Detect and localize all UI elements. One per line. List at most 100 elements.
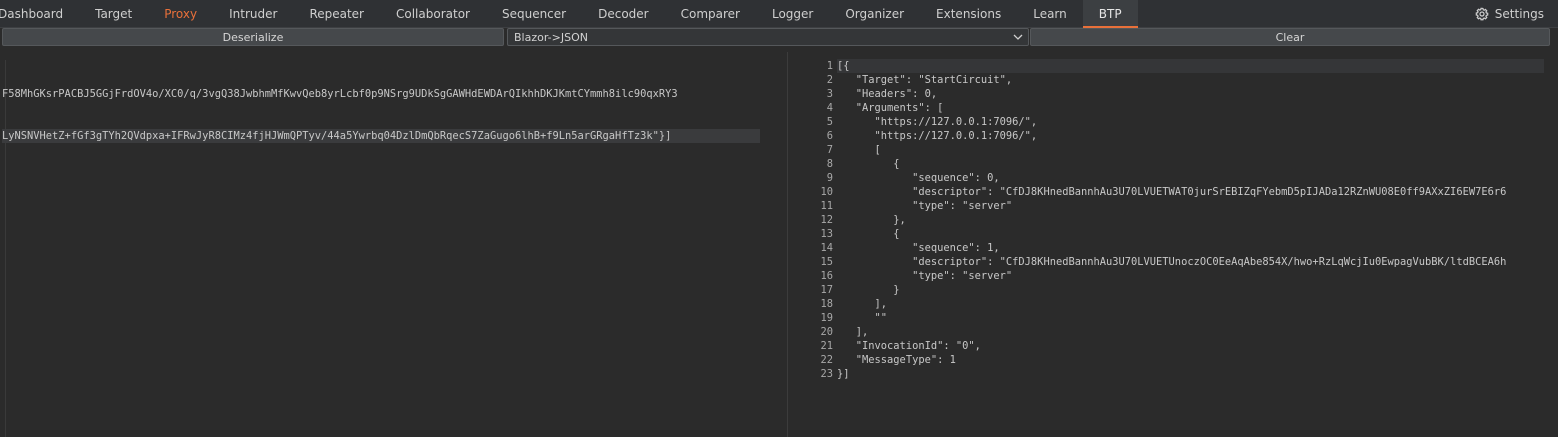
line-number: 15 [820, 256, 833, 268]
code-line: 20 ], [820, 325, 1558, 339]
line-text: { [837, 228, 900, 240]
line-text: "InvocationId": "0", [837, 340, 981, 352]
line-number: 13 [820, 228, 833, 240]
line-number: 8 [826, 158, 833, 170]
mode-select-value: Blazor->JSON [514, 30, 588, 44]
chevron-down-icon [1013, 34, 1023, 40]
line-text: }] [837, 368, 850, 380]
code-line: 8 { [827, 157, 1558, 171]
line-text: "sequence": 1, [837, 242, 1000, 254]
line-text: { [837, 158, 900, 170]
line-text: "https://127.0.0.1:7096/", [837, 116, 1038, 128]
tab-organizer[interactable]: Organizer [829, 0, 920, 28]
line-number: 22 [820, 354, 833, 366]
line-number: 16 [820, 270, 833, 282]
code-line: 12 }, [820, 213, 1558, 227]
line-text: [ [837, 144, 881, 156]
line-number: 3 [826, 88, 833, 100]
code-line: 16 "type": "server" [820, 269, 1558, 283]
line-number: 1 [826, 60, 833, 72]
line-text: "descriptor": "CfDJ8KHnedBannhAu3U70LVUE… [837, 256, 1507, 268]
line-number: 9 [826, 172, 833, 184]
line-number: 10 [820, 186, 833, 198]
code-line: 21 "InvocationId": "0", [820, 339, 1558, 353]
line-number: 19 [820, 312, 833, 324]
deserialize-button[interactable]: Deserialize [2, 28, 504, 46]
line-text: "type": "server" [837, 270, 1013, 282]
input-line: F58MhGKsrPACBJ5GGjFrdOV4o/XC0/q/3vgQ38Jw… [2, 88, 678, 100]
line-text: "Headers": 0, [837, 88, 938, 100]
code-line: 22 "MessageType": 1 [820, 353, 1558, 367]
code-line: 9 "sequence": 0, [827, 171, 1558, 185]
output-code[interactable]: 1[{ 2 "Target": "StartCircuit", 3 "Heade… [820, 59, 1558, 381]
control-row: Deserialize Blazor->JSON Clear [0, 28, 1558, 46]
input-editor[interactable]: F58MhGKsrPACBJ5GGjFrdOV4o/XC0/q/3vgQ38Jw… [0, 52, 788, 437]
code-line: 10 "descriptor": "CfDJ8KHnedBannhAu3U70L… [820, 185, 1558, 199]
tab-repeater[interactable]: Repeater [293, 0, 380, 28]
line-number: 4 [826, 102, 833, 114]
line-text: ], [837, 298, 888, 310]
code-line: 4 "Arguments": [ [827, 101, 1558, 115]
tab-intruder[interactable]: Intruder [213, 0, 293, 28]
code-line: 2 "Target": "StartCircuit", [827, 73, 1558, 87]
code-line: 17 } [820, 283, 1558, 297]
line-text: } [837, 284, 900, 296]
line-number: 5 [826, 116, 833, 128]
line-number: 12 [820, 214, 833, 226]
settings-label: Settings [1494, 7, 1544, 21]
tab-sequencer[interactable]: Sequencer [486, 0, 582, 28]
line-text: "" [837, 312, 888, 324]
code-line: 23}] [820, 367, 1558, 381]
input-text[interactable]: F58MhGKsrPACBJ5GGjFrdOV4o/XC0/q/3vgQ38Jw… [2, 59, 760, 171]
line-number: 18 [820, 298, 833, 310]
tab-proxy[interactable]: Proxy [148, 0, 213, 28]
code-line: 18 ], [820, 297, 1558, 311]
tab-collaborator[interactable]: Collaborator [380, 0, 486, 28]
line-number: 21 [820, 340, 833, 352]
tab-decoder[interactable]: Decoder [582, 0, 665, 28]
line-text: "Arguments": [ [837, 102, 944, 114]
tab-learn[interactable]: Learn [1017, 0, 1083, 28]
output-scrollbar[interactable] [1544, 52, 1558, 437]
code-line: 6 "https://127.0.0.1:7096/", [827, 129, 1558, 143]
code-line: 7 [ [827, 143, 1558, 157]
line-text: "Target": "StartCircuit", [837, 74, 1013, 86]
code-line: 13 { [820, 227, 1558, 241]
line-text: "descriptor": "CfDJ8KHnedBannhAu3U70LVUE… [837, 186, 1507, 198]
code-line: 1 [{ [827, 59, 1558, 73]
line-text: }, [837, 214, 906, 226]
line-text: ], [837, 326, 869, 338]
line-number: 6 [826, 130, 833, 142]
code-line: 19 "" [820, 311, 1558, 325]
line-text: "https://127.0.0.1:7096/", [837, 130, 1038, 142]
line-text: [{ [837, 60, 850, 72]
line-number: 7 [826, 144, 833, 156]
code-line: 14 "sequence": 1, [820, 241, 1558, 255]
tab-list: Dashboard Target Proxy Intruder Repeater… [0, 0, 1138, 28]
line-text: "sequence": 0, [837, 172, 1000, 184]
output-editor[interactable]: 1[{ 2 "Target": "StartCircuit", 3 "Heade… [789, 52, 1558, 437]
line-number: 20 [820, 326, 833, 338]
line-number: 17 [820, 284, 833, 296]
mode-select[interactable]: Blazor->JSON [507, 28, 1029, 46]
line-text: "type": "server" [837, 200, 1013, 212]
line-number: 2 [826, 74, 833, 86]
code-line: 3 "Headers": 0, [827, 87, 1558, 101]
line-number: 14 [820, 242, 833, 254]
input-line: LyNSNVHetZ+fGf3gTYh2QVdpxa+IFRwJyR8CIMz4… [2, 129, 760, 143]
tab-dashboard[interactable]: Dashboard [0, 0, 79, 28]
tab-logger[interactable]: Logger [756, 0, 829, 28]
line-number: 23 [820, 368, 833, 380]
line-number: 11 [820, 200, 833, 212]
clear-button[interactable]: Clear [1030, 28, 1550, 46]
settings-button[interactable]: Settings [1475, 0, 1544, 28]
gear-icon [1475, 7, 1489, 21]
tab-btp[interactable]: BTP [1082, 0, 1138, 28]
code-line: 5 "https://127.0.0.1:7096/", [827, 115, 1558, 129]
tab-target[interactable]: Target [79, 0, 148, 28]
code-line: 11 "type": "server" [820, 199, 1558, 213]
tab-extensions[interactable]: Extensions [920, 0, 1017, 28]
code-line: 15 "descriptor": "CfDJ8KHnedBannhAu3U70L… [820, 255, 1558, 269]
tab-comparer[interactable]: Comparer [665, 0, 756, 28]
main-tab-bar: Dashboard Target Proxy Intruder Repeater… [0, 0, 1558, 28]
